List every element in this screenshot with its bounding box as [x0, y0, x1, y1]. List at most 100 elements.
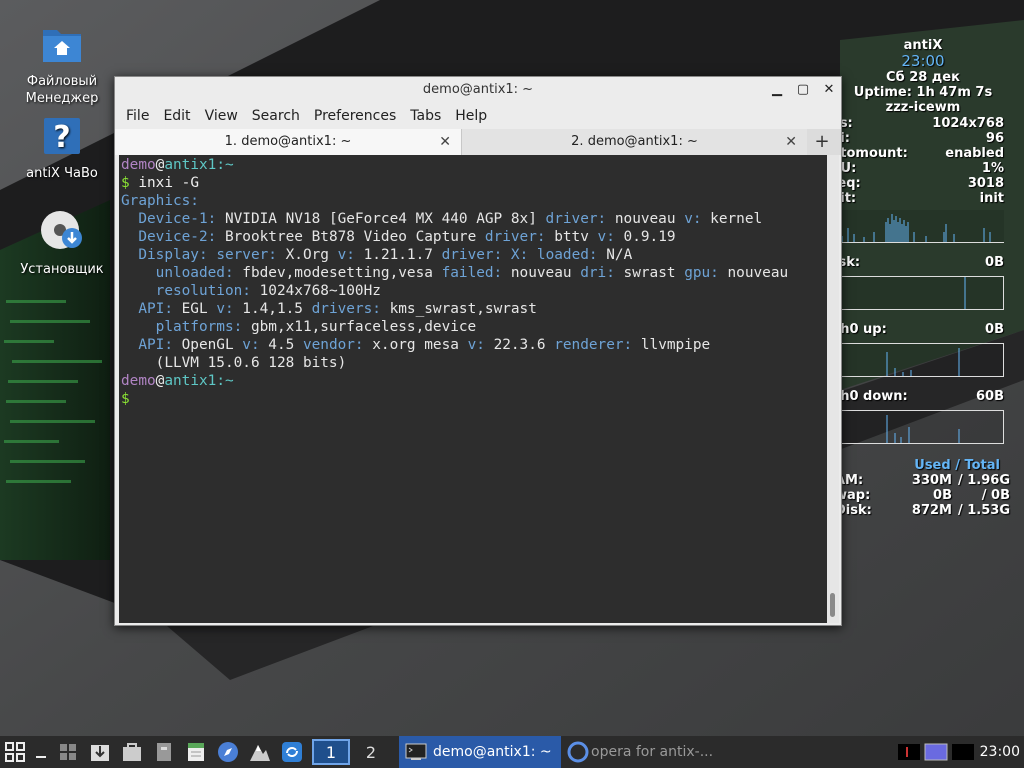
conky-graph-title: th0 up: 0B — [834, 322, 1004, 337]
output-line: Device-1: NVIDIA NV18 [GeForce4 MX 440 A… — [121, 211, 763, 227]
conky-wm: zzz-icewm — [885, 100, 961, 115]
start-menu-icon — [5, 742, 25, 762]
update-icon — [282, 742, 302, 762]
inxi-output: Graphics: Device-1: NVIDIA NV18 [GeForce… — [121, 193, 788, 371]
show-desktop-icon — [36, 756, 46, 758]
taskbar-clock[interactable]: 23:00 — [974, 744, 1024, 760]
menubar: File Edit View Search Preferences Tabs H… — [115, 103, 841, 129]
new-tab-button[interactable]: + — [807, 129, 837, 155]
tray-network-icon[interactable] — [924, 741, 948, 763]
conky-mem-row: wap: 0B/ 0B — [835, 488, 1010, 503]
workspace-1[interactable]: 1 — [312, 739, 350, 765]
conky-uptime: Uptime: 1h 47m 7s — [853, 85, 993, 100]
tray-monitor-icon[interactable] — [897, 741, 920, 763]
conky-stat-row: es:1024x768 — [831, 116, 1004, 131]
taskbar-item-label: demo@antix1: ~ — [433, 744, 552, 760]
launcher-updater[interactable] — [276, 736, 308, 768]
text-editor-icon — [188, 743, 204, 761]
disk-graph — [834, 276, 1004, 310]
scrollbar-thumb[interactable] — [830, 593, 835, 617]
tab-1[interactable]: 1. demo@antix1: ~ ✕ — [115, 129, 461, 155]
terminal-scrollbar[interactable] — [827, 155, 839, 623]
desktop-icon-faq[interactable]: ? antiX ЧаВо — [7, 116, 117, 182]
launcher-windows[interactable] — [52, 736, 84, 768]
conky-host: antiX — [903, 38, 943, 53]
menu-view[interactable]: View — [198, 108, 245, 124]
opera-icon — [567, 741, 589, 763]
menu-tabs[interactable]: Tabs — [403, 108, 448, 124]
taskbar-item-terminal[interactable]: demo@antix1: ~ — [399, 736, 561, 768]
tab-label: 1. demo@antix1: ~ — [224, 134, 352, 149]
launcher-browser[interactable] — [212, 736, 244, 768]
close-button[interactable]: ✕ — [819, 80, 839, 100]
start-menu-button[interactable] — [0, 736, 30, 768]
conky-mem-row: AM: 330M/ 1.96G — [835, 473, 1010, 488]
conky-mem-header: Used / Total — [914, 458, 1000, 473]
eth0-down-graph — [834, 410, 1004, 444]
launcher-downloads[interactable] — [84, 736, 116, 768]
conky-system-monitor: antiX 23:00 Сб 28 дек Uptime: 1h 47m 7s … — [831, 38, 1010, 518]
conky-date: Сб 28 дек — [886, 70, 960, 85]
output-line: Display: server: X.Org v: 1.21.1.7 drive… — [121, 247, 633, 263]
conky-stat-row: utomount: enabled — [831, 146, 1004, 161]
window-titlebar[interactable]: demo@antix1: ~ ▁ ▢ ✕ — [115, 77, 841, 103]
briefcase-icon — [123, 743, 141, 761]
terminal-text: demo@antix1:~ $ inxi -G Graphics: Device… — [119, 155, 827, 408]
tray-volume-icon[interactable] — [951, 741, 974, 763]
desktop-icon-label: antiX ЧаВо — [26, 166, 98, 181]
menu-file[interactable]: File — [119, 108, 156, 124]
system-tray: 23:00 — [897, 736, 1024, 768]
conky-stat-row: nit: init — [831, 191, 1004, 206]
folder-home-icon — [7, 24, 117, 69]
output-line: Graphics: — [121, 193, 199, 209]
tab-close-icon[interactable]: ✕ — [439, 129, 451, 155]
eth0-up-graph — [834, 343, 1004, 377]
desktop-icon-label: Файловый Менеджер — [25, 74, 99, 106]
taskbar: 1 2 demo@antix1: ~ opera for antix-... 2… — [0, 736, 1024, 768]
desktop-icon-label: Установщик — [20, 262, 104, 277]
terminal-icon — [405, 743, 427, 760]
terminal-output[interactable]: demo@antix1:~ $ inxi -G Graphics: Device… — [119, 155, 827, 623]
taskbar-item-opera[interactable]: opera for antix-... — [561, 736, 731, 768]
menu-preferences[interactable]: Preferences — [307, 108, 403, 124]
conky-graph-title: th0 down: 60B — [834, 389, 1004, 404]
menu-help[interactable]: Help — [448, 108, 494, 124]
prompt-line: demo@antix1:~ — [121, 373, 234, 389]
show-desktop-button[interactable] — [30, 736, 52, 768]
tab-bar: 1. demo@antix1: ~ ✕ 2. demo@antix1: ~ ✕ … — [115, 129, 841, 155]
prompt-line: demo@antix1:~ — [121, 157, 234, 173]
svg-text:?: ? — [53, 120, 70, 155]
menu-edit[interactable]: Edit — [156, 108, 197, 124]
desktop-icon-installer[interactable]: Установщик — [7, 210, 117, 278]
launcher-archive[interactable] — [148, 736, 180, 768]
conky-stat-row: req: 3018 — [831, 176, 1004, 191]
launcher-mountains[interactable] — [244, 736, 276, 768]
command-line: $ inxi -G — [121, 175, 199, 191]
output-line: resolution: 1024x768~100Hz — [121, 283, 381, 299]
tab-2[interactable]: 2. demo@antix1: ~ ✕ — [461, 129, 807, 155]
windows-grid-icon — [60, 744, 76, 760]
output-line: (LLVM 15.0.6 128 bits) — [121, 355, 347, 371]
installer-disc-icon — [7, 210, 117, 257]
maximize-button[interactable]: ▢ — [793, 80, 813, 100]
command-line: $ — [121, 391, 130, 407]
mountain-icon — [250, 745, 270, 761]
launcher-files[interactable] — [116, 736, 148, 768]
launcher-editor[interactable] — [180, 736, 212, 768]
conky-stat-row: PU: 1% — [831, 161, 1004, 176]
tab-close-icon[interactable]: ✕ — [785, 129, 797, 155]
download-icon — [91, 745, 109, 761]
minimize-button[interactable]: ▁ — [767, 80, 787, 100]
help-icon: ? — [7, 116, 117, 161]
conky-stat-row: pi:96 — [831, 131, 1004, 146]
window-title: demo@antix1: ~ — [422, 82, 534, 97]
conky-mem-row: Disk: 872M/ 1.53G — [835, 503, 1010, 518]
compass-browser-icon — [218, 742, 238, 762]
workspace-2[interactable]: 2 — [352, 739, 390, 765]
terminal-window[interactable]: demo@antix1: ~ ▁ ▢ ✕ File Edit View Sear… — [114, 76, 842, 626]
menu-search[interactable]: Search — [245, 108, 307, 124]
desktop-icon-file-manager[interactable]: Файловый Менеджер — [7, 24, 117, 107]
output-line: unloaded: fbdev,modesetting,vesa failed:… — [121, 265, 789, 281]
cpu-graph — [834, 210, 1004, 243]
tab-label: 2. demo@antix1: ~ — [571, 134, 698, 149]
